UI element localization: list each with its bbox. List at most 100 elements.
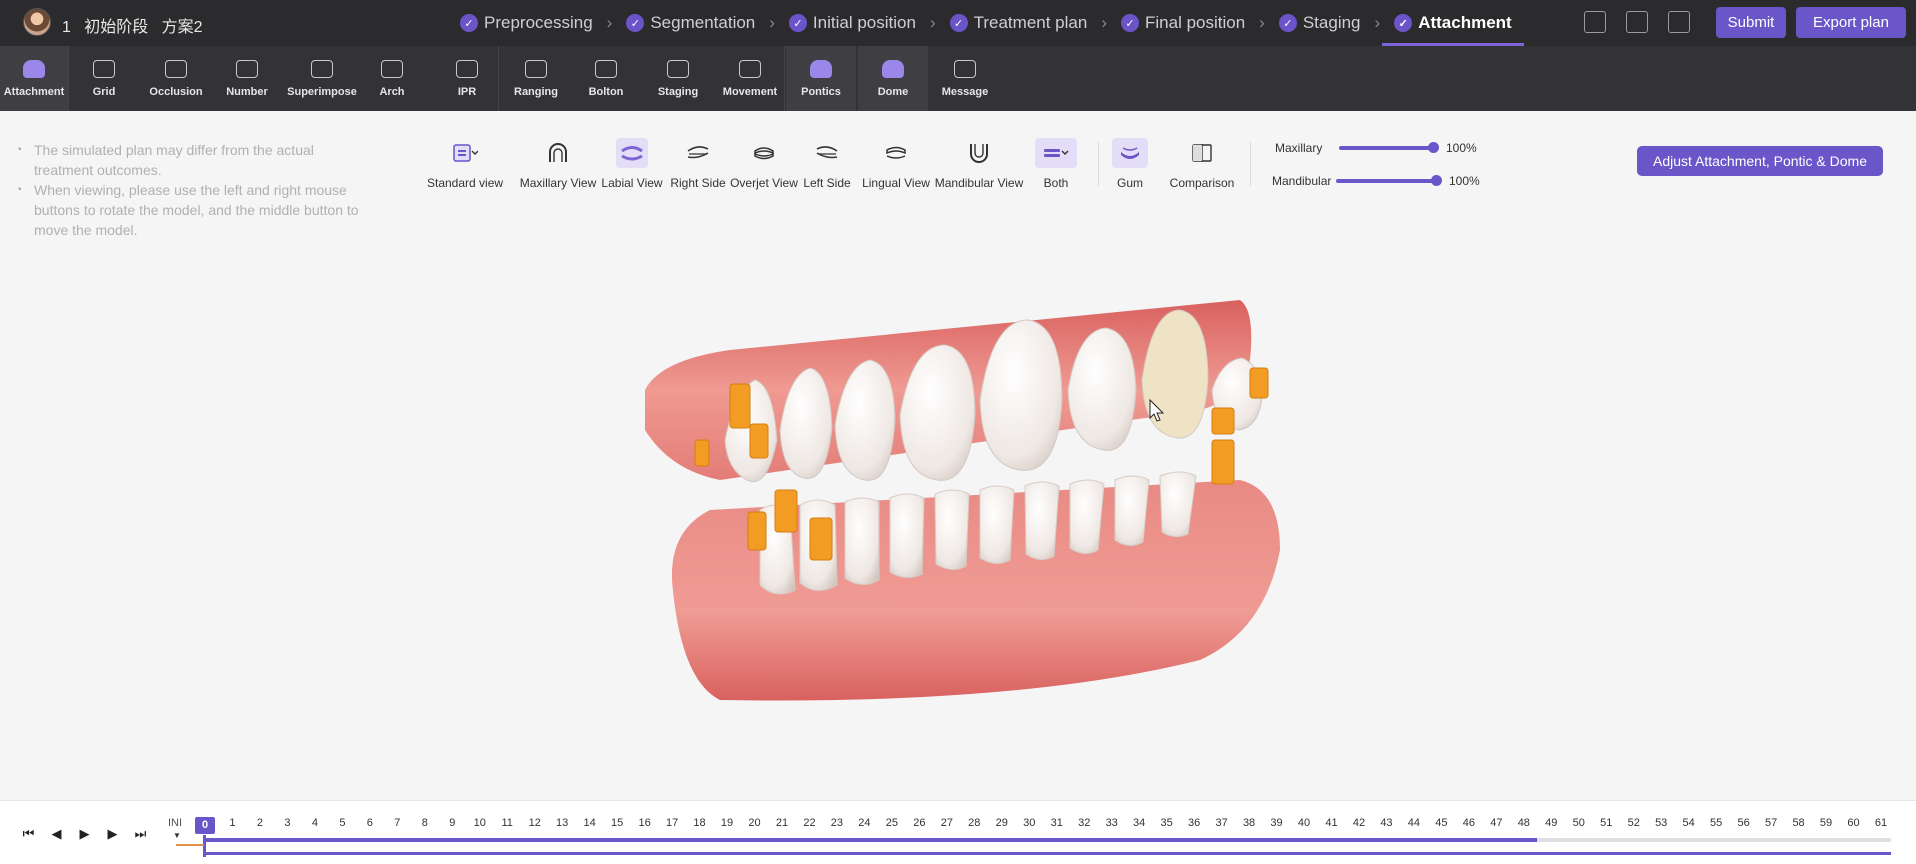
- stage-number[interactable]: 37: [1212, 817, 1232, 829]
- stage-number[interactable]: 45: [1431, 817, 1451, 829]
- stage-number[interactable]: 2: [250, 817, 270, 829]
- view-maxillary[interactable]: Maxillary View: [520, 138, 596, 190]
- lower-stage-track[interactable]: [205, 852, 1891, 855]
- tool-message[interactable]: Message: [930, 46, 1000, 111]
- stage-number[interactable]: 55: [1706, 817, 1726, 829]
- stage-number[interactable]: 56: [1734, 817, 1754, 829]
- toggle-comparison[interactable]: Comparison: [1170, 138, 1234, 190]
- step-segmentation[interactable]: ✓ Segmentation: [614, 0, 767, 46]
- adjust-attachment-button[interactable]: Adjust Attachment, Pontic & Dome: [1637, 146, 1883, 176]
- stage-number[interactable]: 58: [1789, 817, 1809, 829]
- stage-number[interactable]: 43: [1376, 817, 1396, 829]
- patient-avatar[interactable]: [23, 8, 51, 36]
- tool-attachment[interactable]: Attachment: [0, 46, 68, 111]
- step-attachment[interactable]: ✓ Attachment: [1382, 0, 1524, 46]
- stage-number[interactable]: 22: [799, 817, 819, 829]
- stage-number[interactable]: 33: [1102, 817, 1122, 829]
- tool-pontics[interactable]: Pontics: [786, 46, 856, 111]
- ini-caret-icon[interactable]: ▼: [173, 831, 181, 840]
- stage-number[interactable]: 31: [1047, 817, 1067, 829]
- stage-number[interactable]: 47: [1486, 817, 1506, 829]
- stage-number[interactable]: 49: [1541, 817, 1561, 829]
- stage-number[interactable]: 17: [662, 817, 682, 829]
- stage-number[interactable]: 1: [222, 817, 242, 829]
- tool-bolton[interactable]: Bolton: [572, 46, 640, 111]
- tool-grid[interactable]: Grid: [70, 46, 138, 111]
- stage-number[interactable]: 27: [937, 817, 957, 829]
- dental-model-viewport[interactable]: [600, 280, 1320, 720]
- stage-number[interactable]: 13: [552, 817, 572, 829]
- skip-to-start-icon[interactable]: ⏮: [20, 826, 37, 841]
- stage-number[interactable]: 35: [1157, 817, 1177, 829]
- stage-number[interactable]: 18: [690, 817, 710, 829]
- stage-number[interactable]: 26: [909, 817, 929, 829]
- stage-number[interactable]: 61: [1871, 817, 1891, 829]
- stage-number[interactable]: 11: [497, 817, 517, 829]
- step-final-position[interactable]: ✓ Final position: [1109, 0, 1257, 46]
- stage-number[interactable]: 32: [1074, 817, 1094, 829]
- stage-number[interactable]: 29: [992, 817, 1012, 829]
- play-icon[interactable]: ▶: [76, 826, 93, 841]
- tool-superimpose[interactable]: Superimpose: [286, 46, 358, 111]
- step-preprocessing[interactable]: ✓ Preprocessing: [448, 0, 605, 46]
- stage-number[interactable]: 38: [1239, 817, 1259, 829]
- stage-number[interactable]: 34: [1129, 817, 1149, 829]
- export-plan-button[interactable]: Export plan: [1796, 7, 1906, 38]
- stage-number[interactable]: 42: [1349, 817, 1369, 829]
- mandibular-slider-knob[interactable]: [1431, 175, 1442, 186]
- tool-movement[interactable]: Movement: [716, 46, 784, 111]
- stage-number[interactable]: 25: [882, 817, 902, 829]
- view-overjet[interactable]: Overjet View: [730, 138, 798, 190]
- stage-number[interactable]: 57: [1761, 817, 1781, 829]
- stage-number[interactable]: 10: [470, 817, 490, 829]
- stage-number[interactable]: 52: [1624, 817, 1644, 829]
- stage-number[interactable]: 7: [387, 817, 407, 829]
- stage-number[interactable]: 28: [964, 817, 984, 829]
- stage-number[interactable]: 44: [1404, 817, 1424, 829]
- view-labial[interactable]: Labial View: [601, 138, 663, 190]
- submit-button[interactable]: Submit: [1716, 7, 1786, 38]
- step-initial-position[interactable]: ✓ Initial position: [777, 0, 928, 46]
- stage-number[interactable]: 14: [580, 817, 600, 829]
- stage-number[interactable]: 50: [1569, 817, 1589, 829]
- cube-icon[interactable]: [1584, 11, 1606, 33]
- stage-number[interactable]: 20: [745, 817, 765, 829]
- skip-to-end-icon[interactable]: ⏭: [132, 826, 149, 841]
- stage-number[interactable]: 19: [717, 817, 737, 829]
- timeline-playhead[interactable]: [203, 835, 206, 857]
- stage-number[interactable]: 59: [1816, 817, 1836, 829]
- stage-number[interactable]: 15: [607, 817, 627, 829]
- stage-number[interactable]: 60: [1844, 817, 1864, 829]
- tool-arch[interactable]: Arch: [364, 46, 420, 111]
- tool-occlusion[interactable]: Occlusion: [142, 46, 210, 111]
- stage-number[interactable]: 48: [1514, 817, 1534, 829]
- tool-number[interactable]: Number: [212, 46, 282, 111]
- stage-number[interactable]: 23: [827, 817, 847, 829]
- view-both[interactable]: Both: [1030, 138, 1082, 190]
- stage-number[interactable]: 40: [1294, 817, 1314, 829]
- image-icon[interactable]: [1668, 11, 1690, 33]
- stage-number[interactable]: 3: [277, 817, 297, 829]
- stage-number[interactable]: 5: [332, 817, 352, 829]
- step-back-icon[interactable]: ◀︎: [48, 826, 65, 841]
- view-right-side[interactable]: Right Side: [668, 138, 728, 190]
- step-staging[interactable]: ✓ Staging: [1267, 0, 1373, 46]
- stage-number[interactable]: 12: [525, 817, 545, 829]
- inbox-icon[interactable]: [1626, 11, 1648, 33]
- stage-number[interactable]: 51: [1596, 817, 1616, 829]
- ini-stage-label[interactable]: INI: [168, 817, 182, 829]
- stage-number[interactable]: 36: [1184, 817, 1204, 829]
- stage-number[interactable]: 41: [1321, 817, 1341, 829]
- stage-number[interactable]: 24: [854, 817, 874, 829]
- tool-dome[interactable]: Dome: [858, 46, 928, 111]
- view-standard[interactable]: Standard view: [427, 138, 503, 190]
- stage-number[interactable]: 39: [1267, 817, 1287, 829]
- step-forward-icon[interactable]: ▶︎: [104, 826, 121, 841]
- stage-number[interactable]: 21: [772, 817, 792, 829]
- toggle-gum[interactable]: Gum: [1106, 138, 1154, 190]
- tool-staging[interactable]: Staging: [644, 46, 712, 111]
- mandibular-slider[interactable]: [1336, 175, 1442, 186]
- maxillary-slider[interactable]: [1339, 142, 1439, 153]
- stage-number[interactable]: 16: [635, 817, 655, 829]
- view-lingual[interactable]: Lingual View: [862, 138, 930, 190]
